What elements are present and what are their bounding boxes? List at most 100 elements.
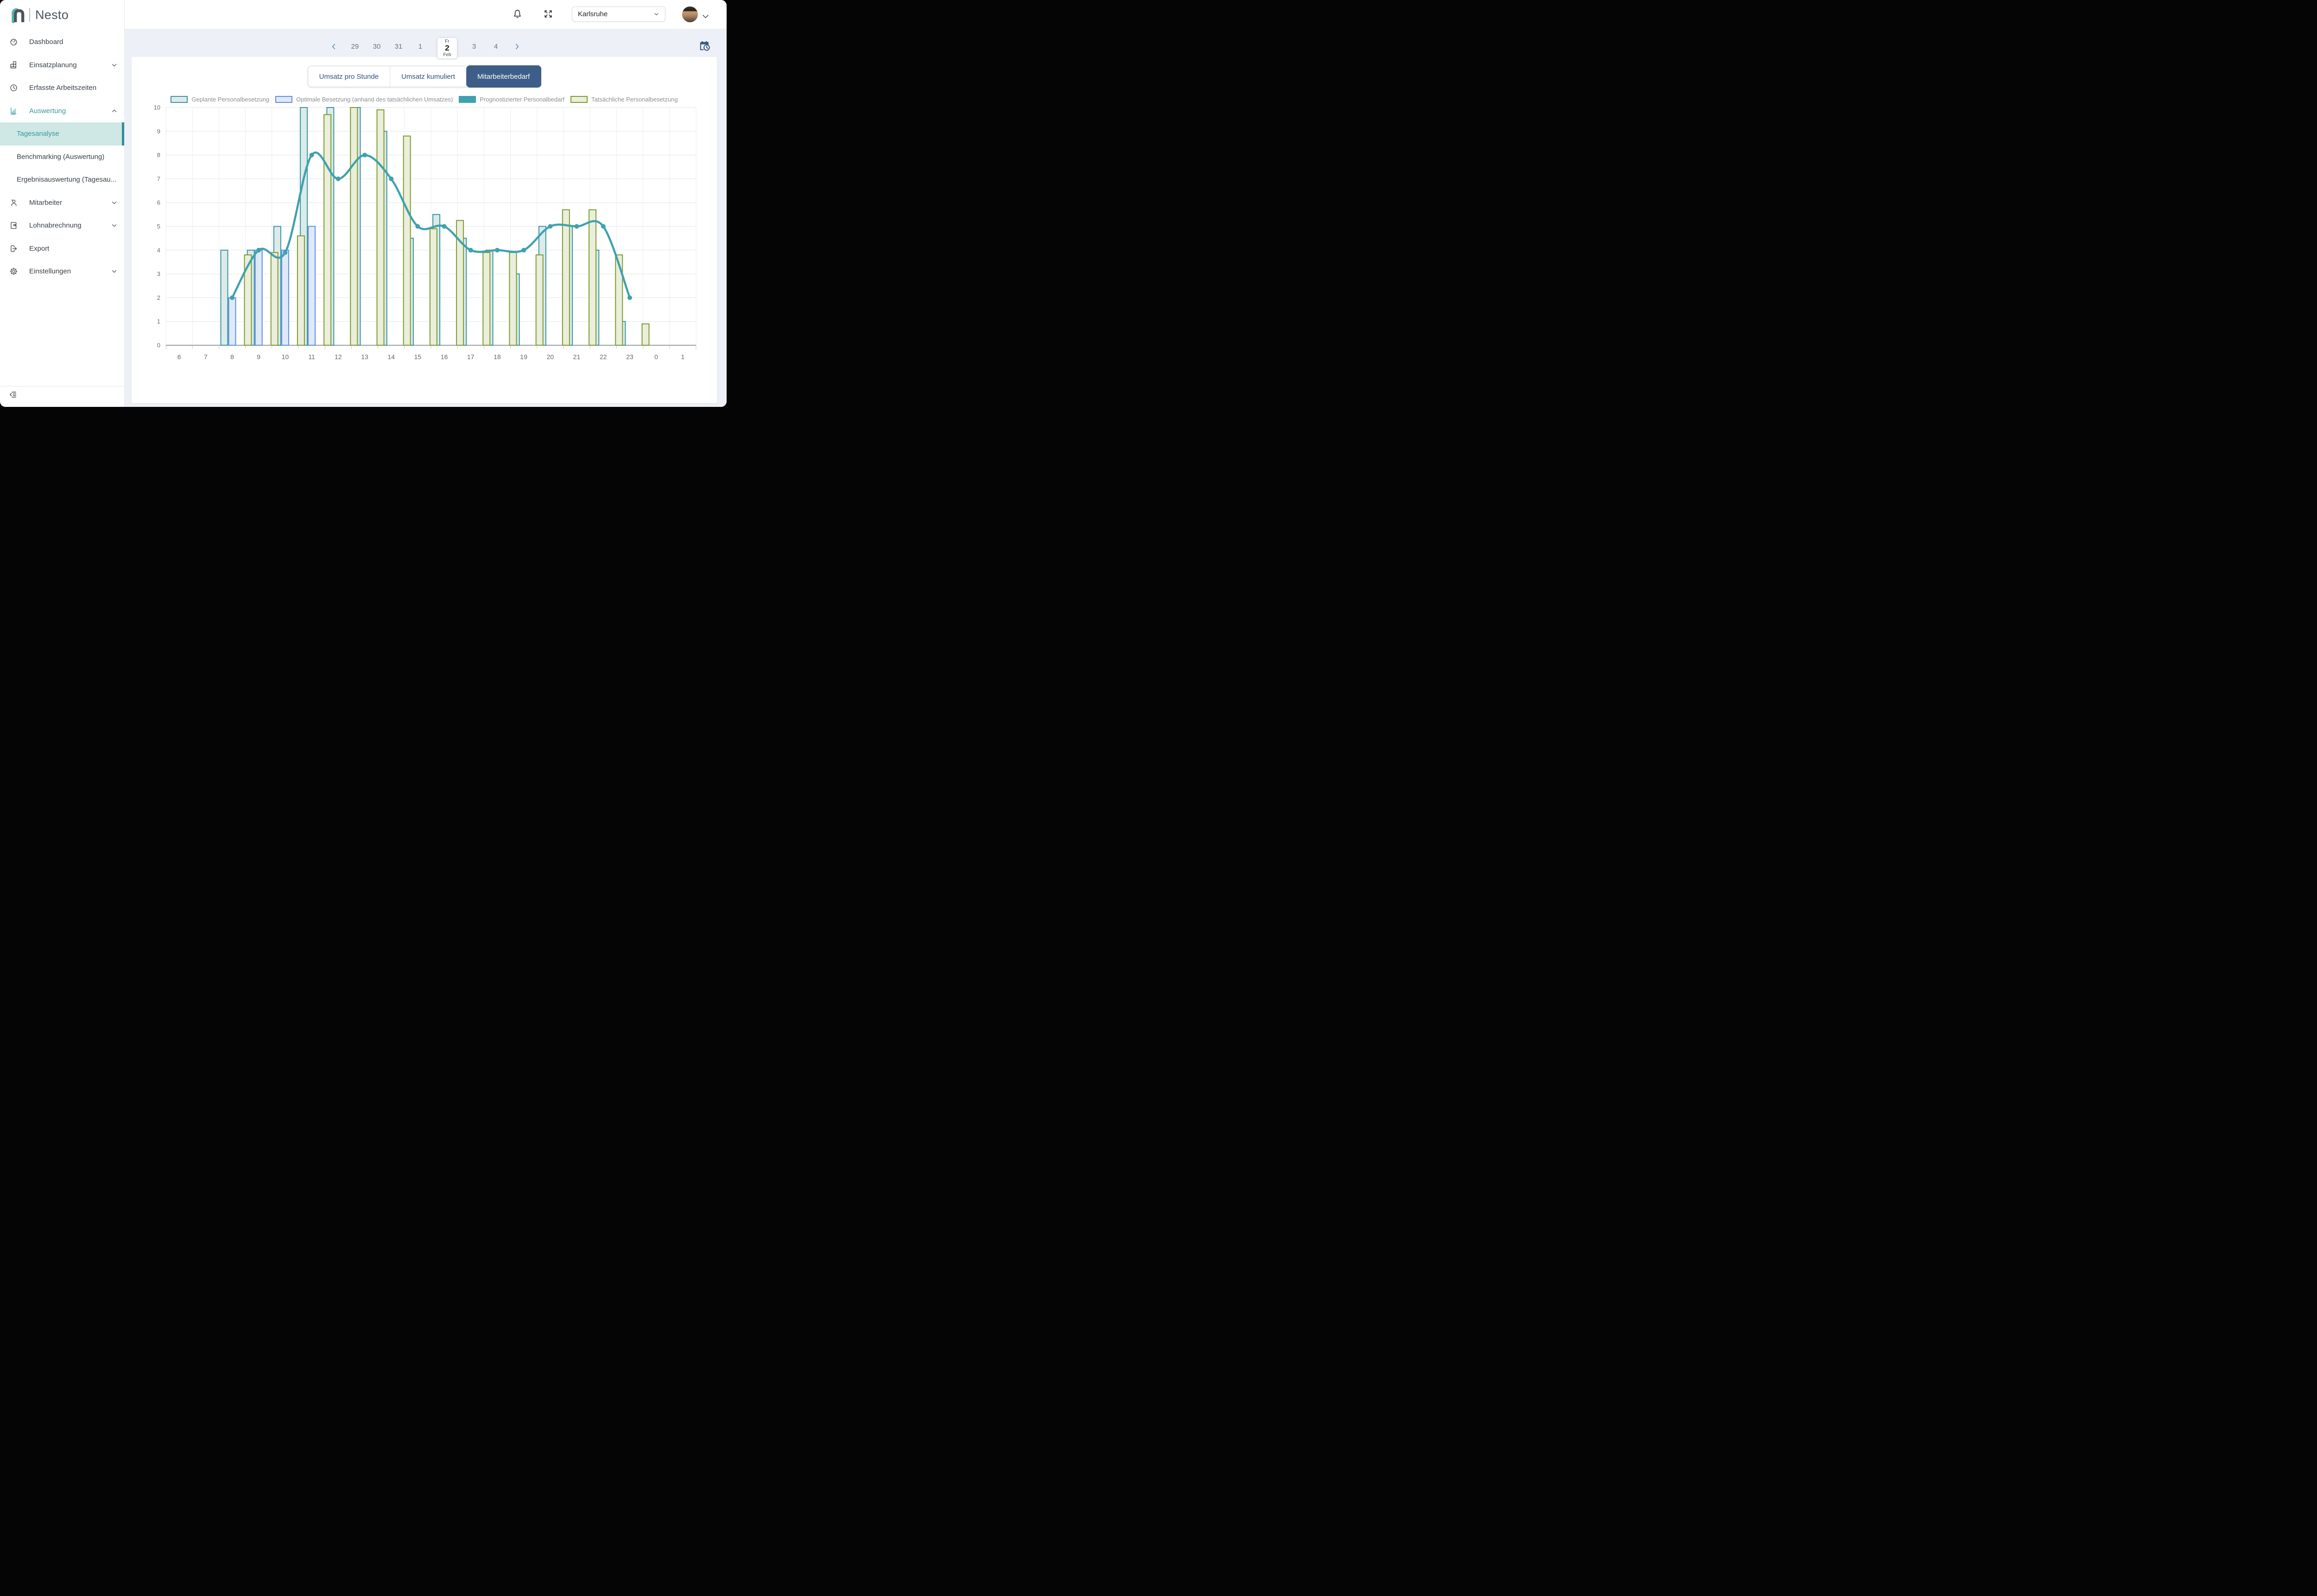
svg-text:14: 14	[387, 353, 395, 361]
sidebar-item-erfasste-arbeitszeiten[interactable]: Erfasste Arbeitszeiten	[0, 76, 124, 100]
svg-text:21: 21	[573, 353, 581, 361]
sidebar-item-label: Auswertung	[29, 107, 66, 115]
sidebar-chevron-down-icon	[111, 268, 118, 275]
svg-text:7: 7	[157, 175, 160, 182]
date-option[interactable]: 3	[469, 43, 479, 51]
notifications-bell-icon[interactable]	[512, 9, 523, 19]
svg-text:1: 1	[681, 353, 685, 361]
svg-text:10: 10	[282, 353, 289, 361]
dashboard-icon	[9, 38, 18, 46]
svg-text:7: 7	[204, 353, 208, 361]
sidebar-chevron-down-icon	[111, 222, 118, 229]
sidebar-item-label: Lohnabrechnung	[29, 222, 82, 229]
sidebar-item-label: Erfasste Arbeitszeiten	[29, 84, 96, 92]
svg-text:22: 22	[600, 353, 607, 361]
svg-text:5: 5	[157, 223, 160, 230]
svg-text:3: 3	[157, 271, 160, 278]
date-option[interactable]: 30	[372, 43, 381, 51]
planning-icon	[9, 61, 18, 70]
selected-date-month: Feb	[443, 52, 451, 57]
staffing-chart: 0123456789106789101112131415161718192021…	[132, 57, 717, 403]
sidebar-item-label: Ergebnisauswertung (Tagesau...	[17, 176, 116, 184]
svg-text:9: 9	[257, 353, 260, 361]
sidebar: Nesto Dashboard Einsatzplanung Erfasste Ar…	[0, 0, 125, 407]
svg-text:20: 20	[547, 353, 554, 361]
payroll-icon	[9, 221, 18, 230]
sidebar-chevron-down-icon	[111, 62, 118, 69]
content: 2930311Fr2Feb34 Umsatz pro StundeUmsatz …	[124, 29, 727, 407]
svg-text:0: 0	[157, 342, 160, 349]
sidebar-item-label: Dashboard	[29, 38, 63, 46]
analysis-card: Umsatz pro StundeUmsatz kumuliertMitarbe…	[132, 57, 717, 403]
svg-text:4: 4	[157, 247, 160, 253]
sidebar-item-mitarbeiter[interactable]: Mitarbeiter	[0, 191, 124, 215]
clock-icon	[9, 83, 18, 92]
svg-text:6: 6	[177, 353, 181, 361]
date-option[interactable]: 31	[394, 43, 403, 51]
svg-text:2: 2	[157, 294, 160, 301]
svg-text:6: 6	[157, 199, 160, 206]
avatar[interactable]	[682, 6, 698, 22]
svg-text:19: 19	[520, 353, 527, 361]
svg-text:8: 8	[157, 152, 160, 158]
selected-date-day: 2	[445, 44, 449, 52]
sidebar-item-dashboard[interactable]: Dashboard	[0, 31, 124, 54]
sidebar-chevron-down-icon	[111, 199, 118, 206]
sidebar-item-einstellungen[interactable]: Einstellungen	[0, 260, 124, 283]
location-select-value: Karlsruhe	[578, 10, 608, 18]
calendar-clock-icon[interactable]	[699, 40, 711, 52]
date-navigation: 29 30 31 1 Fr2Feb 3 4	[124, 34, 727, 58]
svg-text:9: 9	[157, 128, 160, 135]
date-option[interactable]: 4	[491, 43, 500, 51]
screen: Nesto Dashboard Einsatzplanung Erfasste Ar…	[0, 0, 727, 412]
svg-text:18: 18	[494, 353, 501, 361]
logo: Nesto	[0, 0, 124, 30]
svg-text:0: 0	[654, 353, 658, 361]
sidebar-item-benchmarking-auswertung[interactable]: Benchmarking (Auswertung)	[0, 146, 124, 169]
sidebar-item-label: Einstellungen	[29, 267, 71, 275]
next-day-chevron-icon	[513, 43, 521, 51]
sidebar-chevron-up-icon	[111, 108, 118, 114]
sidebar-item-auswertung[interactable]: Auswertung	[0, 100, 124, 123]
svg-text:23: 23	[626, 353, 633, 361]
selected-date-card[interactable]: Fr2Feb	[437, 38, 457, 58]
svg-text:16: 16	[441, 353, 448, 361]
gear-icon	[9, 267, 18, 276]
person-icon	[9, 198, 18, 207]
svg-text:10: 10	[154, 104, 160, 111]
sidebar-item-export[interactable]: Export	[0, 237, 124, 260]
svg-text:8: 8	[230, 353, 234, 361]
user-menu-chevron-down-icon[interactable]	[701, 12, 710, 21]
fullscreen-icon[interactable]	[543, 9, 553, 19]
svg-text:1: 1	[157, 318, 160, 325]
location-select[interactable]: Karlsruhe	[572, 6, 665, 22]
app-window: Nesto Dashboard Einsatzplanung Erfasste Ar…	[0, 0, 727, 407]
nesto-logo-icon	[10, 6, 25, 23]
svg-text:12: 12	[335, 353, 342, 361]
sidebar-nav: Dashboard Einsatzplanung Erfasste Arbeitsz…	[0, 31, 124, 283]
previous-day-button[interactable]	[330, 43, 338, 51]
date-option[interactable]: 29	[350, 43, 360, 51]
logo-text: Nesto	[35, 8, 69, 22]
sidebar-item-label: Export	[29, 245, 49, 253]
next-day-button[interactable]	[513, 43, 521, 51]
sidebar-footer	[0, 386, 124, 402]
export-icon	[9, 244, 18, 253]
collapse-sidebar-icon[interactable]	[9, 391, 17, 399]
sidebar-item-einsatzplanung[interactable]: Einsatzplanung	[0, 54, 124, 77]
svg-text:15: 15	[414, 353, 422, 361]
date-option[interactable]: 1	[416, 43, 425, 51]
sidebar-item-tagesanalyse[interactable]: Tagesanalyse	[0, 122, 124, 146]
sidebar-item-label: Mitarbeiter	[29, 199, 62, 207]
sidebar-item-ergebnisauswertung-tagesau[interactable]: Ergebnisauswertung (Tagesau...	[0, 168, 124, 191]
svg-text:13: 13	[361, 353, 368, 361]
sidebar-item-label: Tagesanalyse	[17, 130, 59, 138]
sidebar-item-lohnabrechnung[interactable]: Lohnabrechnung	[0, 214, 124, 237]
select-chevron-down-icon	[653, 11, 659, 17]
svg-text:17: 17	[467, 353, 475, 361]
previous-day-chevron-icon	[330, 43, 338, 51]
sidebar-item-label: Einsatzplanung	[29, 61, 77, 69]
bar-chart-icon	[9, 107, 18, 115]
svg-text:11: 11	[308, 353, 315, 361]
sidebar-item-label: Benchmarking (Auswertung)	[17, 153, 104, 161]
